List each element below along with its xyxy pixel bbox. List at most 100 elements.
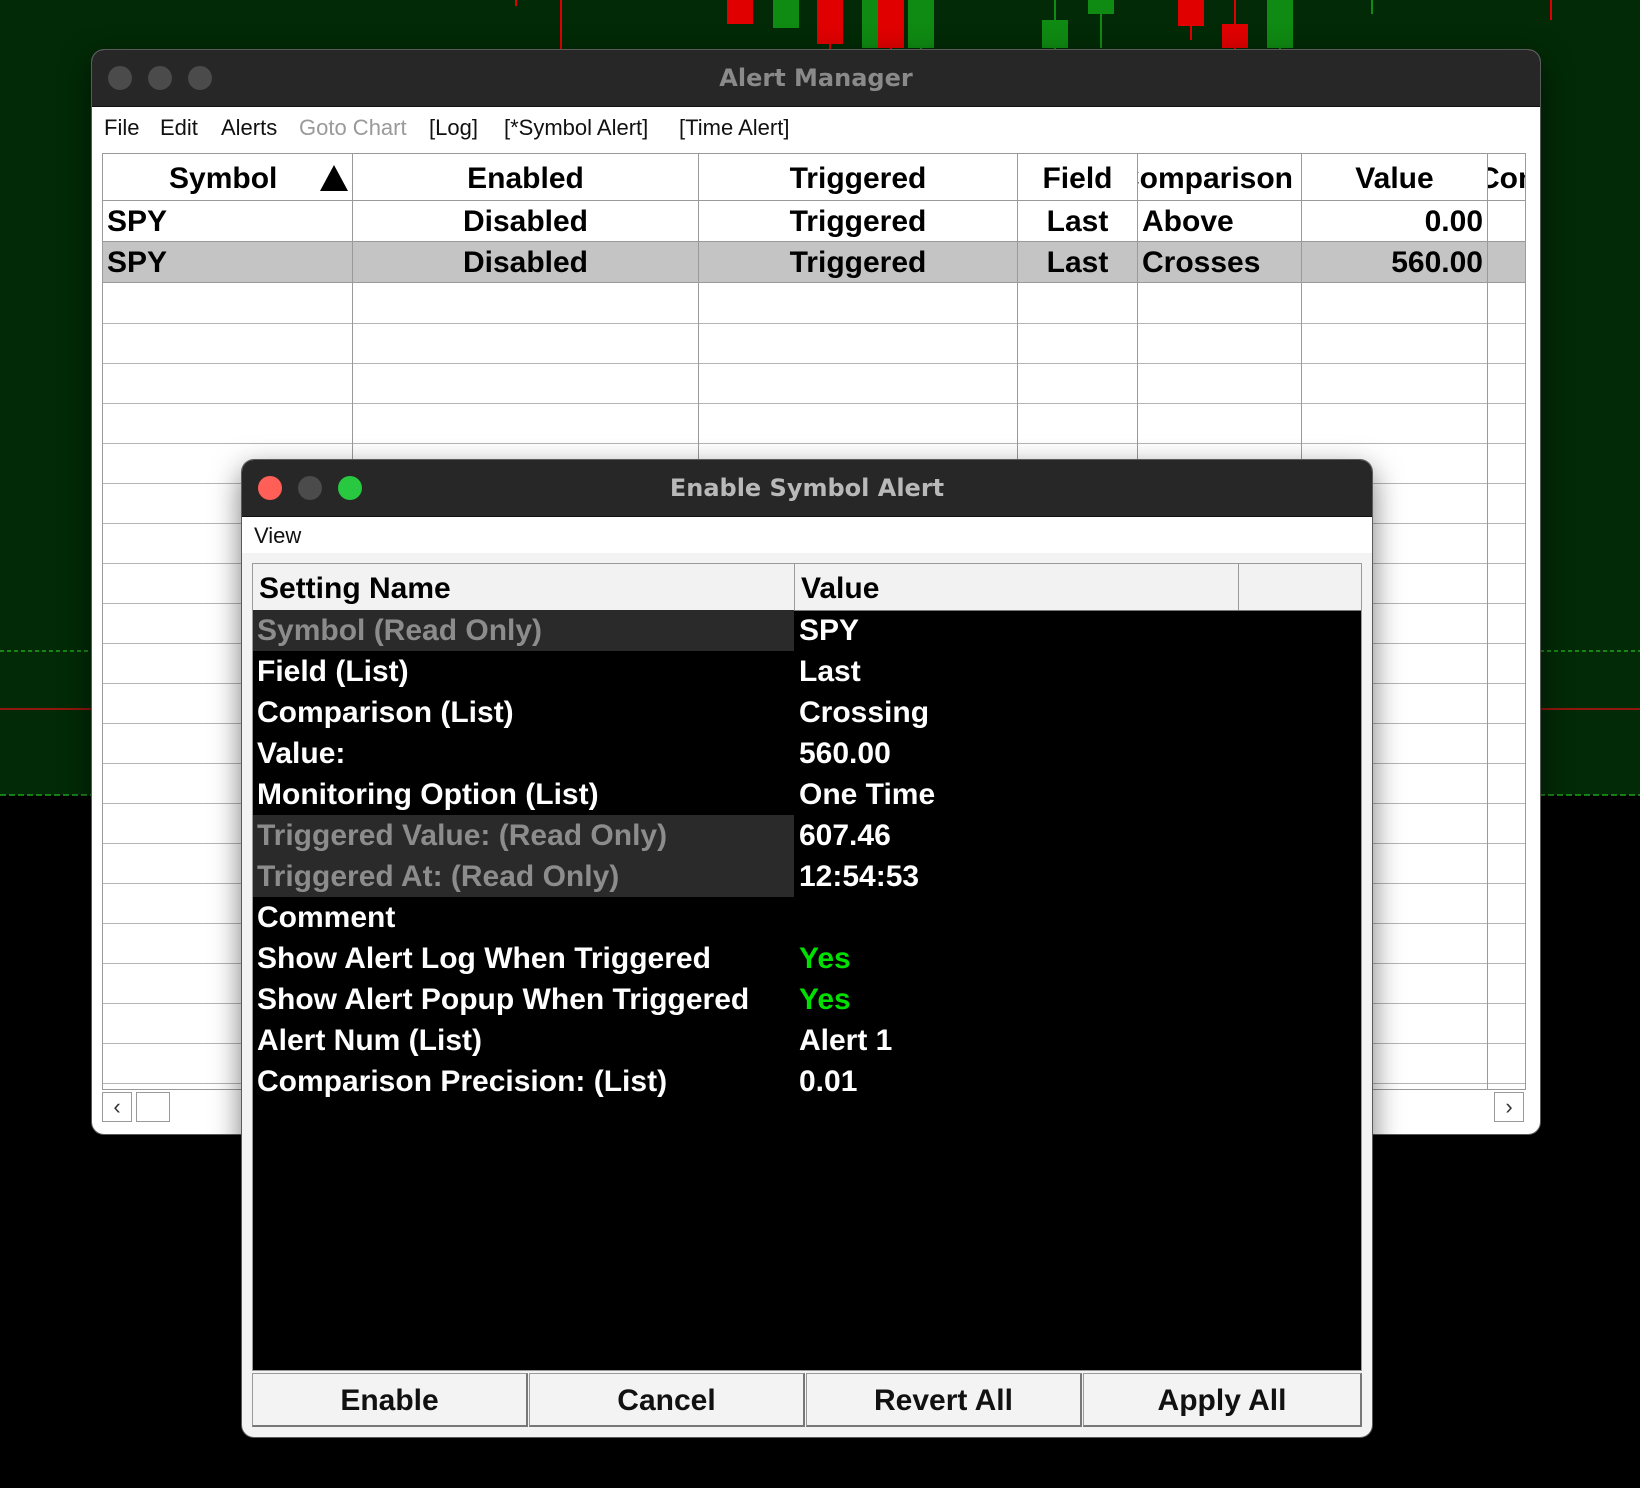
- column-header-value[interactable]: Value: [1302, 154, 1488, 200]
- setting-row[interactable]: Triggered At: (Read Only) 12:54:53: [253, 856, 1361, 897]
- cell-triggered: Triggered: [699, 242, 1018, 282]
- revert-all-button[interactable]: Revert All: [806, 1373, 1082, 1427]
- dialog-title: Enable Symbol Alert: [669, 474, 945, 502]
- candle-body: [727, 0, 753, 24]
- column-header-enabled[interactable]: Enabled: [353, 154, 699, 200]
- sort-ascending-icon: [320, 165, 348, 191]
- setting-row[interactable]: Comment: [253, 897, 1361, 938]
- setting-row[interactable]: Show Alert Log When Triggered Yes: [253, 938, 1361, 979]
- cell-comparison: Crosses: [1138, 242, 1302, 282]
- candle-body: [878, 0, 904, 48]
- menu-edit[interactable]: Edit: [160, 115, 198, 141]
- cell-enabled: Disabled: [353, 242, 699, 282]
- cell-field: Last: [1018, 201, 1138, 241]
- alert-manager-titlebar[interactable]: Alert Manager: [92, 50, 1540, 107]
- setting-row[interactable]: Field (List) Last: [253, 651, 1361, 692]
- setting-name: Comment: [257, 901, 396, 934]
- setting-name: Comparison (List): [257, 696, 514, 729]
- setting-name: Value:: [257, 737, 346, 770]
- setting-row[interactable]: Alert Num (List) Alert 1: [253, 1020, 1361, 1061]
- settings-table: Setting Name Value Symbol (Read Only) SPY…: [252, 563, 1362, 1371]
- column-header-value[interactable]: Value: [795, 564, 1239, 610]
- setting-value[interactable]: One Time: [794, 774, 1354, 815]
- table-row[interactable]: SPY Disabled Triggered Last Above 0.00: [103, 201, 1525, 242]
- apply-all-button[interactable]: Apply All: [1083, 1373, 1362, 1427]
- window-title: Alert Manager: [719, 64, 913, 92]
- setting-row[interactable]: Comparison (List) Crossing: [253, 692, 1361, 733]
- column-header-symbol[interactable]: Symbol: [103, 154, 353, 200]
- scroll-right-button[interactable]: ›: [1494, 1092, 1524, 1122]
- empty-table-row: [103, 363, 1525, 404]
- alert-manager-menubar: File Edit Alerts Goto Chart [Log] [*Symb…: [92, 107, 1540, 147]
- setting-name: Triggered Value: (Read Only): [253, 815, 794, 856]
- menu-file[interactable]: File: [104, 115, 139, 141]
- column-header-setting-name[interactable]: Setting Name: [253, 564, 795, 610]
- candle-body: [1267, 0, 1293, 48]
- setting-name: Comparison Precision: (List): [257, 1065, 668, 1098]
- candle-body: [1042, 20, 1068, 48]
- empty-table-row: [103, 283, 1525, 324]
- column-header-comment[interactable]: Com: [1488, 154, 1525, 200]
- setting-value[interactable]: 560.00: [794, 733, 1354, 774]
- column-header-label: Symbol: [169, 162, 278, 195]
- setting-name: Show Alert Popup When Triggered: [257, 983, 750, 1016]
- setting-row[interactable]: Comparison Precision: (List) 0.01: [253, 1061, 1361, 1102]
- candle-body: [817, 0, 843, 44]
- candle-body: [1222, 24, 1248, 48]
- setting-value[interactable]: 0.01: [794, 1061, 1354, 1102]
- menu-log[interactable]: [Log]: [429, 115, 478, 141]
- setting-value[interactable]: Crossing: [794, 692, 1354, 733]
- dialog-titlebar[interactable]: Enable Symbol Alert: [242, 460, 1372, 517]
- setting-row[interactable]: Show Alert Popup When Triggered Yes: [253, 979, 1361, 1020]
- dialog-button-bar: Enable Cancel Revert All Apply All: [252, 1373, 1362, 1427]
- cell-symbol: SPY: [103, 242, 353, 282]
- table-row-selected[interactable]: SPY Disabled Triggered Last Crosses 560.…: [103, 242, 1525, 283]
- settings-table-header: Setting Name Value: [253, 564, 1361, 611]
- column-header-extra: [1239, 564, 1361, 610]
- setting-value[interactable]: Last: [794, 651, 1354, 692]
- setting-value: 12:54:53: [799, 860, 920, 893]
- column-header-field[interactable]: Field: [1018, 154, 1138, 200]
- setting-name: Triggered At: (Read Only): [253, 856, 794, 897]
- setting-row[interactable]: Value: 560.00: [253, 733, 1361, 774]
- menu-symbol-alert[interactable]: [*Symbol Alert]: [504, 115, 648, 141]
- setting-row[interactable]: Triggered Value: (Read Only) 607.46: [253, 815, 1361, 856]
- column-divider: [1487, 283, 1488, 1089]
- setting-value: SPY: [799, 614, 860, 647]
- setting-name: Field (List): [257, 655, 409, 688]
- enable-button[interactable]: Enable: [252, 1373, 528, 1427]
- cell-field: Last: [1018, 242, 1138, 282]
- menu-time-alert[interactable]: [Time Alert]: [679, 115, 789, 141]
- alerts-table-header: Symbol Enabled Triggered Field Compariso…: [103, 154, 1525, 201]
- empty-table-row: [103, 403, 1525, 444]
- setting-value[interactable]: [794, 897, 1354, 938]
- candle-body: [1178, 0, 1204, 26]
- column-header-triggered[interactable]: Triggered: [699, 154, 1018, 200]
- candle-body: [773, 0, 799, 28]
- setting-name: Alert Num (List): [257, 1024, 482, 1057]
- cell-comment: [1488, 201, 1525, 241]
- cell-comparison: Above: [1138, 201, 1302, 241]
- menu-goto-chart[interactable]: Goto Chart: [299, 115, 407, 141]
- setting-row[interactable]: Monitoring Option (List) One Time: [253, 774, 1361, 815]
- cell-triggered: Triggered: [699, 201, 1018, 241]
- setting-value[interactable]: Alert 1: [794, 1020, 1354, 1061]
- setting-name: Monitoring Option (List): [257, 778, 599, 811]
- cell-enabled: Disabled: [353, 201, 699, 241]
- column-header-comparison[interactable]: Comparison: [1138, 154, 1302, 200]
- setting-row[interactable]: Symbol (Read Only) SPY: [253, 610, 1361, 651]
- cancel-button[interactable]: Cancel: [529, 1373, 805, 1427]
- menu-alerts[interactable]: Alerts: [221, 115, 277, 141]
- empty-table-row: [103, 323, 1525, 364]
- scroll-left-button[interactable]: ‹: [102, 1092, 132, 1122]
- candle-body: [908, 0, 934, 48]
- setting-value[interactable]: Yes: [794, 979, 1354, 1020]
- scroll-thumb[interactable]: [136, 1092, 170, 1122]
- cell-value: 0.00: [1302, 201, 1488, 241]
- menu-view[interactable]: View: [254, 523, 301, 549]
- setting-value: 607.46: [799, 819, 891, 852]
- setting-name: Show Alert Log When Triggered: [257, 942, 711, 975]
- setting-value[interactable]: Yes: [794, 938, 1354, 979]
- cell-symbol: SPY: [103, 201, 353, 241]
- enable-symbol-alert-dialog: Enable Symbol Alert View Setting Name Va…: [242, 460, 1372, 1437]
